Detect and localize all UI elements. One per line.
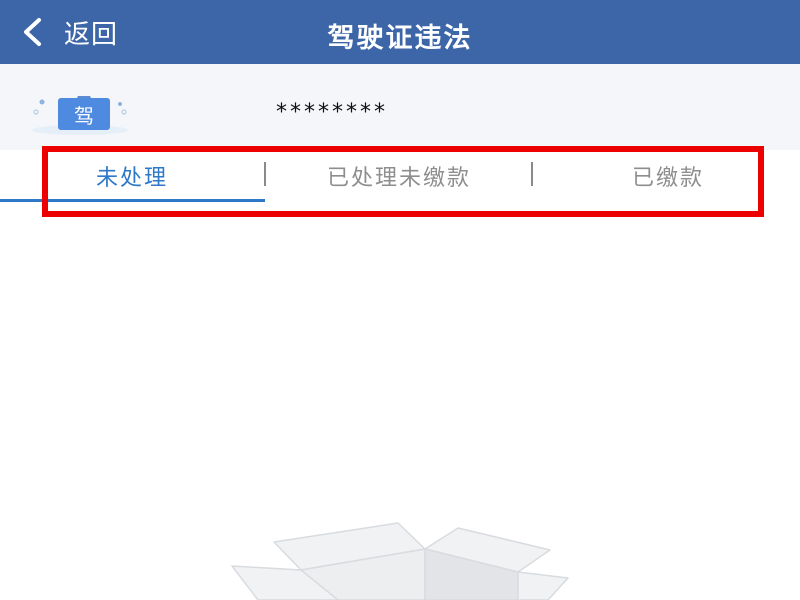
license-badge-text: 驾 bbox=[74, 104, 94, 128]
highlight-box bbox=[42, 146, 764, 217]
license-number: ******** bbox=[276, 100, 388, 125]
app-screen: 返回 驾驶证违法 驾 ******** 未处理 已处理未缴款 已缴款 bbox=[0, 0, 800, 600]
top-navbar: 返回 驾驶证违法 bbox=[0, 0, 800, 64]
driver-license-icon: 驾 bbox=[30, 92, 130, 136]
page-title: 驾驶证违法 bbox=[327, 23, 473, 54]
empty-box-icon bbox=[228, 520, 572, 600]
license-info: 驾 ******** bbox=[0, 64, 800, 150]
